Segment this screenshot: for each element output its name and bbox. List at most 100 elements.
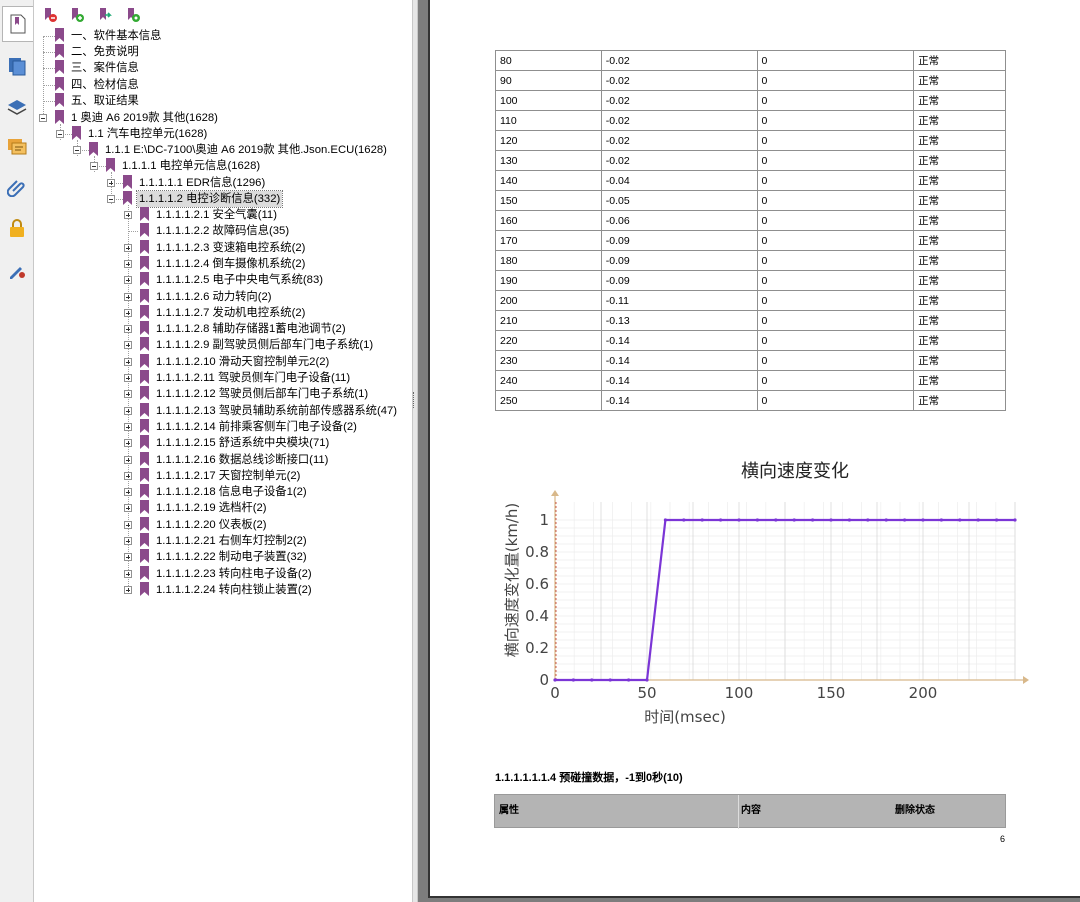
- bookmark-delete-icon[interactable]: [42, 7, 60, 25]
- table-cell: 240: [495, 370, 602, 391]
- table-cell: 230: [495, 350, 602, 371]
- expand-toggle[interactable]: [124, 569, 132, 578]
- expand-toggle[interactable]: [124, 585, 132, 594]
- tree-item-label: 1.1.1.1.2.12 驾驶员侧后部车门电子系统(1): [156, 388, 369, 401]
- data-point: [1013, 518, 1017, 522]
- column-header-attribute: 属性: [499, 805, 519, 816]
- table-cell: 0: [756, 70, 915, 91]
- tree-item-label: 1.1.1.1.2.23 转向柱电子设备(2): [156, 567, 312, 580]
- page-number: 6: [1000, 834, 1006, 844]
- collapse-toggle[interactable]: [56, 130, 64, 138]
- y-tick-label: 0.2: [525, 639, 549, 657]
- bookmark-icon: [55, 60, 64, 74]
- section-title: 1.1.1.1.1.1.4 预碰撞数据，-1到0秒(10): [495, 772, 683, 784]
- pages-icon[interactable]: [5, 54, 29, 78]
- expand-toggle[interactable]: [124, 325, 132, 334]
- x-tick-label: 50: [637, 684, 656, 702]
- bookmark-icon: [55, 44, 64, 58]
- table-cell: 正常: [913, 250, 1006, 271]
- tree-item-label: 1 奥迪 A6 2019款 其他(1628): [71, 112, 218, 124]
- table-cell: -0.14: [600, 350, 758, 371]
- bookmark-icon: [140, 500, 149, 515]
- bookmark-icon: [55, 28, 64, 42]
- expand-toggle[interactable]: [124, 520, 132, 529]
- table-cell: -0.09: [600, 250, 758, 271]
- column-header-content: 内容: [741, 805, 761, 816]
- bookmark-icon: [140, 288, 149, 303]
- splitter-grip[interactable]: [413, 392, 416, 408]
- table-cell: -0.14: [600, 370, 758, 391]
- bookmark-icon: [140, 451, 149, 466]
- expand-toggle[interactable]: [124, 357, 132, 366]
- bookmark-goto-icon[interactable]: [97, 7, 115, 25]
- expand-toggle[interactable]: [124, 553, 132, 562]
- table-cell: 正常: [913, 310, 1006, 331]
- expand-toggle[interactable]: [124, 488, 132, 497]
- table-cell: -0.14: [600, 330, 758, 351]
- table-cell: 正常: [913, 270, 1006, 291]
- expand-toggle[interactable]: [124, 259, 132, 268]
- expand-toggle[interactable]: [124, 537, 132, 545]
- table-cell: 正常: [913, 110, 1006, 131]
- x-axis-label: 时间(msec): [644, 708, 726, 726]
- x-tick-label: 200: [909, 684, 938, 702]
- comments-icon[interactable]: [5, 135, 29, 159]
- table-cell: 0: [756, 250, 915, 271]
- table-cell: 110: [495, 110, 602, 131]
- expand-toggle[interactable]: [124, 504, 132, 513]
- data-point: [976, 518, 980, 522]
- x-tick-label: 100: [725, 684, 754, 702]
- tree-item-label: 1.1.1.1.2.14 前排乘客侧车门电子设备(2): [156, 420, 357, 433]
- table-cell: 0: [756, 370, 915, 391]
- data-point: [682, 518, 686, 522]
- expand-toggle[interactable]: [124, 471, 132, 480]
- expand-toggle[interactable]: [124, 243, 132, 252]
- expand-toggle[interactable]: [124, 374, 132, 382]
- table-cell: 正常: [913, 290, 1006, 311]
- collapse-toggle[interactable]: [73, 146, 81, 154]
- table-cell: -0.02: [600, 50, 758, 71]
- bookmark-expand-icon[interactable]: [69, 7, 87, 25]
- table-row: 80 -0.02 0 正常: [495, 50, 1006, 71]
- table-cell: 0: [756, 310, 915, 331]
- tree-item-label: 五、取证结果: [71, 95, 139, 107]
- table-cell: 100: [495, 90, 602, 111]
- expand-toggle[interactable]: [124, 439, 132, 448]
- expand-toggle[interactable]: [124, 308, 132, 317]
- table-cell: 正常: [913, 90, 1006, 111]
- collapse-toggle[interactable]: [107, 195, 115, 203]
- expand-toggle[interactable]: [124, 455, 132, 464]
- expand-toggle[interactable]: [124, 406, 132, 415]
- table-cell: 180: [495, 250, 602, 271]
- table-cell: 正常: [913, 70, 1006, 91]
- layers-icon[interactable]: [5, 95, 29, 119]
- expand-toggle[interactable]: [124, 211, 132, 219]
- bookmarks-icon[interactable]: [2, 6, 33, 42]
- bookmark-icon: [140, 337, 149, 352]
- tree-item-label: 1.1.1.1.2.20 仪表板(2): [156, 518, 267, 531]
- tree-item-label: 1.1.1.1.2.19 选档杆(2): [156, 502, 267, 515]
- attachments-icon[interactable]: [5, 175, 29, 199]
- bookmarks-toolbar: [34, 0, 412, 26]
- collapse-toggle[interactable]: [90, 162, 98, 170]
- table-cell: 120: [495, 130, 602, 151]
- tree-item-label: 1.1.1.1.2.9 副驾驶员侧后部车门电子系统(1): [156, 339, 374, 352]
- data-point: [939, 518, 943, 522]
- expand-toggle[interactable]: [124, 390, 132, 399]
- signatures-icon[interactable]: [5, 258, 29, 282]
- bookmark-properties-icon[interactable]: [125, 7, 143, 25]
- expand-toggle[interactable]: [124, 341, 132, 350]
- expand-toggle[interactable]: [124, 292, 132, 301]
- expand-toggle[interactable]: [124, 276, 132, 285]
- security-icon[interactable]: [5, 216, 29, 240]
- data-point: [792, 518, 796, 522]
- collapse-toggle[interactable]: [39, 114, 47, 122]
- table-row: 210 -0.13 0 正常: [495, 310, 1006, 331]
- data-table: 80 -0.02 0 正常 90 -0.02 0 正常 100 -0.02 0 正常 110 -0.02 0…: [495, 50, 1006, 411]
- bookmark-icon: [140, 516, 149, 531]
- bookmark-icon: [140, 467, 149, 482]
- table-row: 240 -0.14 0 正常: [495, 370, 1006, 391]
- bookmark-icon: [140, 402, 149, 417]
- expand-toggle[interactable]: [124, 422, 132, 431]
- expand-toggle[interactable]: [107, 179, 115, 187]
